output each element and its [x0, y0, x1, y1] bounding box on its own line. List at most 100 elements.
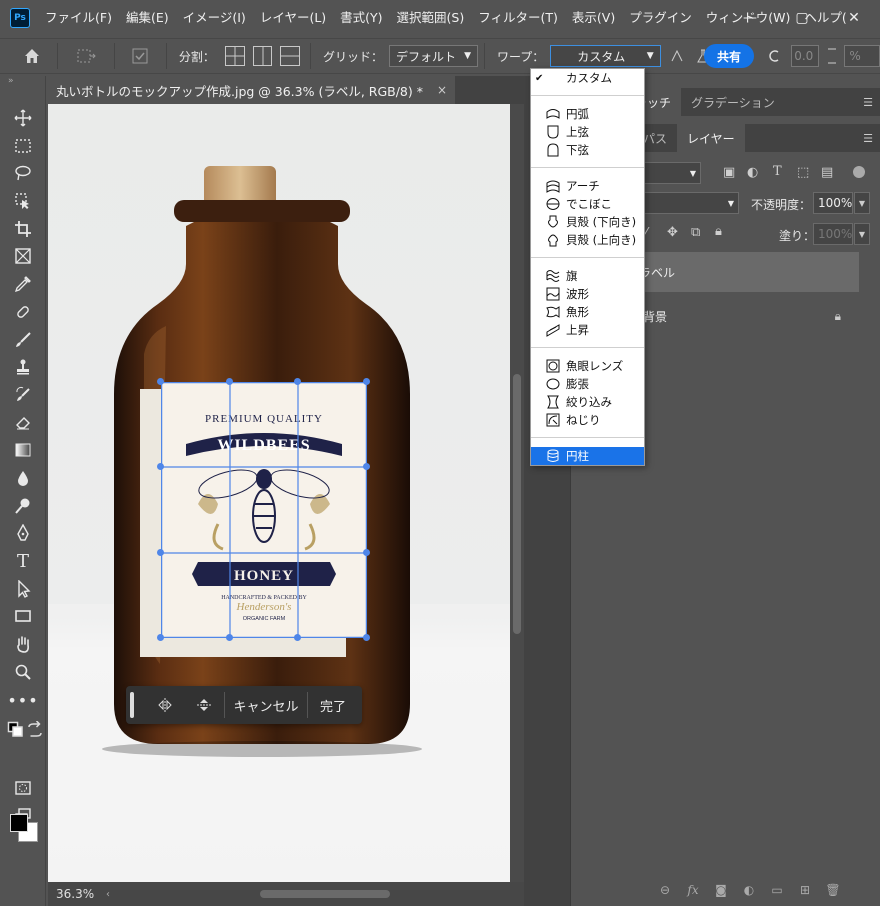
document-tab[interactable]: 丸いボトルのモックアップ作成.jpg @ 36.3% (ラベル, RGB/8) … — [48, 76, 456, 104]
filter-adjustment-icon[interactable]: ◐ — [747, 165, 758, 180]
horizontal-scrollbar[interactable] — [120, 887, 520, 901]
rectangle-tool-icon[interactable] — [8, 604, 38, 628]
new-layer-icon[interactable]: ⊞ — [793, 880, 817, 900]
warp-handle[interactable] — [226, 378, 233, 385]
more-tools-icon[interactable]: ••• — [7, 688, 38, 712]
menu-select[interactable]: 選択範囲(S) — [390, 0, 472, 36]
object-selection-tool-icon[interactable] — [8, 189, 38, 213]
healing-brush-tool-icon[interactable] — [8, 300, 38, 324]
close-tab-icon[interactable]: × — [437, 83, 447, 97]
warp-option-inflate[interactable]: 膨張 — [531, 375, 644, 393]
dodge-tool-icon[interactable] — [8, 494, 38, 518]
flip-horizontal-icon[interactable] — [146, 686, 184, 724]
brush-tool-icon[interactable] — [8, 328, 38, 352]
move-tool-icon[interactable] — [8, 106, 38, 130]
blur-tool-icon[interactable] — [8, 466, 38, 490]
warp-option-fisheye[interactable]: 魚眼レンズ — [531, 357, 644, 375]
warp-handle[interactable] — [363, 634, 370, 641]
grid-select[interactable]: デフォルト ▼ — [389, 45, 478, 67]
filter-shape-icon[interactable]: ⬚ — [797, 165, 809, 180]
lock-all-icon[interactable]: 🔒︎ — [715, 224, 722, 239]
menu-type[interactable]: 書式(Y) — [333, 0, 389, 36]
menu-plugins[interactable]: プラグイン — [622, 0, 699, 36]
new-group-icon[interactable]: ▭ — [765, 880, 789, 900]
filter-type-icon[interactable]: T — [773, 164, 782, 179]
warp-style-select[interactable]: カスタム ▼ — [550, 45, 661, 67]
warp-option-cylinder[interactable]: 円柱 — [531, 447, 644, 465]
bend-icon[interactable] — [756, 43, 791, 69]
warp-option-custom[interactable]: ✔ カスタム — [531, 69, 644, 87]
warp-handle[interactable] — [363, 463, 370, 470]
add-mask-icon[interactable]: ◙ — [709, 880, 733, 900]
warp-option-squeeze[interactable]: 絞り込み — [531, 393, 644, 411]
scroll-thumb[interactable] — [513, 374, 521, 634]
frame-tool-icon[interactable] — [8, 244, 38, 268]
blend-mode-select[interactable]: ▼ — [639, 192, 739, 214]
warp-handle[interactable] — [363, 549, 370, 556]
warp-handle[interactable] — [157, 378, 164, 385]
lock-transparent-icon[interactable]: ⁄ — [645, 226, 647, 241]
home-icon[interactable] — [12, 43, 51, 69]
fill-field[interactable]: 100% — [813, 223, 853, 245]
warp-option-shell-upper[interactable]: 貝殻 (上向き) — [531, 231, 644, 249]
clone-stamp-tool-icon[interactable] — [8, 355, 38, 379]
warp-option-fish[interactable]: 魚形 — [531, 303, 644, 321]
hand-tool-icon[interactable] — [8, 632, 38, 656]
close-button[interactable]: ✕ — [828, 0, 880, 36]
zoom-level[interactable]: 36.3% — [56, 887, 106, 901]
document-canvas[interactable]: PREMIUM QUALITY WILDBEES HONEY HANDCRAFT… — [48, 104, 510, 882]
zoom-tool-icon[interactable] — [8, 660, 38, 684]
scroll-thumb[interactable] — [260, 890, 390, 898]
lasso-tool-icon[interactable] — [8, 161, 38, 185]
split-horizontal-icon[interactable] — [280, 46, 301, 66]
menu-view[interactable]: 表示(V) — [565, 0, 622, 36]
transform-mode-icon[interactable] — [64, 43, 107, 69]
warp-option-arc[interactable]: 円弧 — [531, 105, 644, 123]
pen-tool-icon[interactable] — [8, 521, 38, 545]
gradient-tool-icon[interactable] — [8, 438, 38, 462]
warp-grid[interactable] — [161, 382, 367, 638]
vertical-scrollbar[interactable] — [510, 104, 524, 882]
trash-icon[interactable]: 🗑︎ — [821, 880, 845, 900]
split-cross-icon[interactable] — [224, 46, 245, 66]
fill-dropdown-icon[interactable]: ▼ — [854, 223, 870, 245]
path-selection-tool-icon[interactable] — [8, 577, 38, 601]
warp-option-wave[interactable]: 波形 — [531, 285, 644, 303]
history-brush-tool-icon[interactable] — [8, 383, 38, 407]
tab-layers[interactable]: レイヤー — [677, 124, 745, 152]
warp-handle[interactable] — [157, 634, 164, 641]
warp-option-arc-lower[interactable]: 上弦 — [531, 123, 644, 141]
menu-layer[interactable]: レイヤー(L) — [253, 0, 333, 36]
tab-gradients[interactable]: グラデーション — [681, 88, 785, 116]
link-layers-icon[interactable]: ⊖ — [653, 880, 677, 900]
panel-menu-icon[interactable]: ☰ — [863, 96, 873, 109]
warp-option-shell-lower[interactable]: 貝殻 (下向き) — [531, 213, 644, 231]
percent-field[interactable]: % — [844, 45, 880, 67]
menu-file[interactable]: ファイル(F) — [38, 0, 119, 36]
lock-artboard-icon[interactable]: ⧉ — [691, 225, 700, 240]
warp-option-twist[interactable]: ねじり — [531, 411, 644, 429]
filter-toggle-icon[interactable] — [853, 166, 865, 178]
menu-filter[interactable]: フィルター(T) — [471, 0, 565, 36]
layer-filter-select[interactable]: ▼ — [639, 162, 701, 184]
cancel-transform-button[interactable]: キャンセル — [225, 686, 307, 724]
foreground-color-swatch[interactable] — [10, 814, 28, 832]
panel-collapse-icon[interactable]: » — [0, 76, 45, 86]
opacity-field[interactable]: 100% — [813, 192, 853, 214]
scroll-left-icon[interactable]: ‹ — [106, 889, 110, 900]
default-colors-icon[interactable] — [6, 718, 26, 742]
warp-option-rise[interactable]: 上昇 — [531, 321, 644, 339]
warp-option-flag[interactable]: 旗 — [531, 267, 644, 285]
reference-point-icon[interactable] — [121, 43, 160, 69]
warp-handle[interactable] — [363, 378, 370, 385]
warp-handle[interactable] — [157, 549, 164, 556]
adjustment-layer-icon[interactable]: ◐ — [737, 880, 761, 900]
quick-mask-icon[interactable] — [8, 776, 38, 800]
warp-option-arc-upper[interactable]: 下弦 — [531, 141, 644, 159]
menu-edit[interactable]: 編集(E) — [119, 0, 176, 36]
warp-handle[interactable] — [157, 463, 164, 470]
lock-position-icon[interactable]: ✥ — [667, 225, 678, 240]
type-tool-icon[interactable]: T — [8, 549, 38, 573]
swap-colors-icon[interactable] — [26, 718, 44, 742]
maximize-button[interactable]: ▢ — [776, 0, 828, 36]
